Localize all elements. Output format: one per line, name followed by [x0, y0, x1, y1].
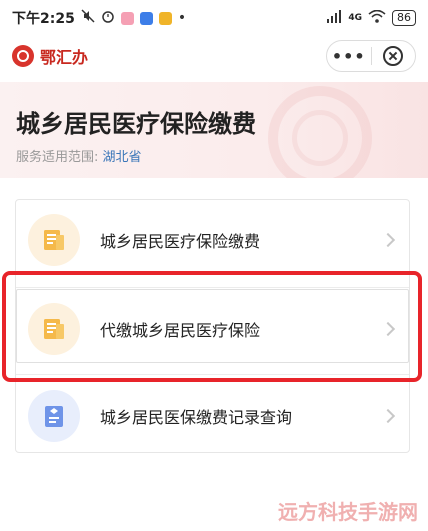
- signal-icon: [326, 10, 342, 26]
- record-icon: [28, 390, 80, 442]
- close-button[interactable]: [372, 46, 416, 66]
- app-header: 鄂汇办 •••: [0, 36, 428, 76]
- more-button[interactable]: •••: [327, 47, 371, 66]
- close-icon: [383, 46, 404, 66]
- service-item-payment[interactable]: 城乡居民医疗保险缴费: [16, 202, 409, 278]
- page-title: 城乡居民医疗保险缴费: [16, 110, 256, 138]
- app-name: 鄂汇办: [40, 48, 89, 67]
- scope-label: 服务适用范围:: [16, 150, 99, 165]
- document-icon: [28, 214, 80, 266]
- app-notification-icon: [158, 11, 172, 25]
- service-scope: 服务适用范围: 湖北省: [16, 146, 142, 165]
- annotation-highlight-box: [2, 271, 422, 382]
- alarm-icon: [101, 9, 115, 27]
- service-item-label: 城乡居民医保缴费记录查询: [100, 408, 293, 427]
- chevron-right-icon: [380, 232, 396, 248]
- network-type: 4G: [348, 13, 362, 23]
- app-logo-icon: [12, 45, 34, 67]
- status-bar: 下午2:25 • 4G 86: [0, 0, 428, 36]
- mute-icon: [81, 9, 95, 27]
- battery-indicator: 86: [392, 10, 416, 26]
- dot-icon: •: [177, 10, 187, 26]
- app-notification-icon: [139, 11, 153, 25]
- app-notification-icon: [120, 11, 134, 25]
- service-item-label: 城乡居民医疗保险缴费: [100, 232, 261, 251]
- banner-seal-inner: [292, 110, 348, 166]
- wifi-icon: [368, 9, 386, 26]
- status-notification-icons: •: [81, 9, 186, 27]
- status-time: 下午2:25: [12, 11, 75, 27]
- status-system-icons: 4G 86: [326, 9, 416, 26]
- site-watermark: 远方科技手游网: [278, 500, 418, 524]
- service-item-record-query[interactable]: 城乡居民医保缴费记录查询: [16, 378, 409, 454]
- scope-value: 湖北省: [102, 150, 142, 165]
- chevron-right-icon: [380, 408, 396, 424]
- mini-program-capsule: •••: [326, 40, 416, 72]
- page-banner: 城乡居民医疗保险缴费 服务适用范围: 湖北省: [0, 82, 428, 178]
